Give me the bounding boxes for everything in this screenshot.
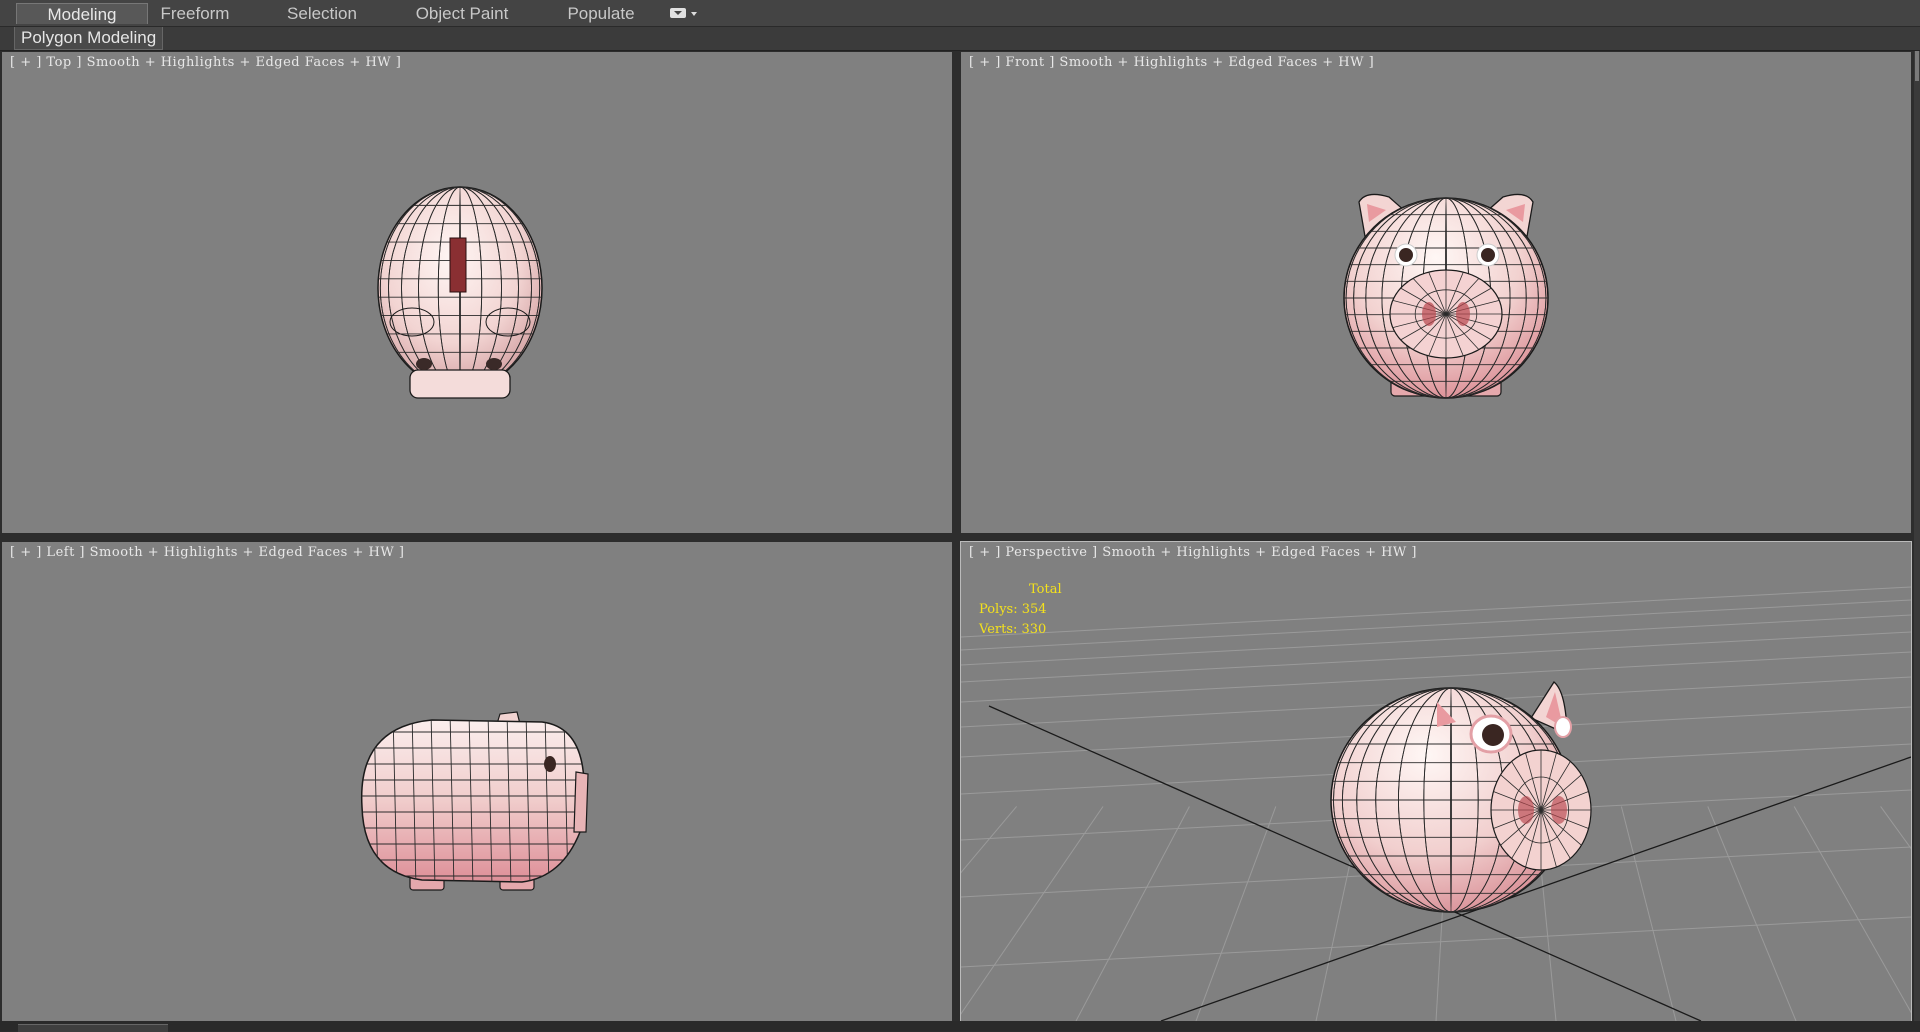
viewport-top[interactable]: [ + ] Top ] Smooth + Highlights + Edged … bbox=[2, 52, 952, 533]
right-scrollbar[interactable] bbox=[1914, 51, 1920, 1031]
viewport-label-perspective[interactable]: [ + ] Perspective ] Smooth + Highlights … bbox=[969, 545, 1417, 560]
tab-object-paint[interactable]: Object Paint bbox=[406, 3, 518, 24]
chevron-down-icon bbox=[691, 12, 697, 16]
stats-total-heading: Total bbox=[1029, 582, 1062, 597]
ribbon-minimize-icon bbox=[670, 8, 686, 18]
tab-freeform[interactable]: Freeform bbox=[150, 3, 240, 24]
front-view-canvas bbox=[1343, 193, 1549, 399]
viewport-label-front[interactable]: [ + ] Front ] Smooth + Highlights + Edge… bbox=[969, 55, 1374, 70]
statistics-overlay: Total Polys: 354 Verts: 330 bbox=[979, 580, 1062, 640]
perspective-view-canvas bbox=[961, 586, 1911, 1021]
pig-model-left[interactable] bbox=[357, 711, 592, 891]
tab-selection[interactable]: Selection bbox=[276, 3, 368, 24]
pig-model-top[interactable] bbox=[377, 186, 543, 399]
viewport-label-left[interactable]: [ + ] Left ] Smooth + Highlights + Edged… bbox=[10, 545, 404, 560]
tab-modeling[interactable]: Modeling bbox=[16, 3, 148, 24]
pig-model-perspective[interactable] bbox=[1330, 681, 1592, 913]
viewport-label-top[interactable]: [ + ] Top ] Smooth + Highlights + Edged … bbox=[10, 55, 401, 70]
stats-verts: Verts: 330 bbox=[979, 622, 1047, 637]
left-view-canvas bbox=[357, 711, 592, 891]
bottom-bar bbox=[0, 1021, 1920, 1032]
ribbon-bar: Modeling Freeform Selection Object Paint… bbox=[0, 0, 1920, 27]
viewport-perspective[interactable]: [ + ] Perspective ] Smooth + Highlights … bbox=[960, 541, 1912, 1022]
tab-polygon-modeling[interactable]: Polygon Modeling bbox=[14, 27, 164, 50]
top-view-canvas bbox=[377, 186, 543, 399]
stats-polys: Polys: 354 bbox=[979, 602, 1047, 617]
tab-populate[interactable]: Populate bbox=[556, 3, 646, 24]
ribbon-panel-bar: Polygon Modeling bbox=[0, 27, 1920, 51]
ribbon-display-dropdown[interactable] bbox=[664, 6, 704, 22]
pig-model-front[interactable] bbox=[1343, 193, 1549, 399]
viewport-front[interactable]: [ + ] Front ] Smooth + Highlights + Edge… bbox=[961, 52, 1911, 533]
scrollbar-thumb[interactable] bbox=[1915, 51, 1919, 81]
viewport-left[interactable]: [ + ] Left ] Smooth + Highlights + Edged… bbox=[2, 542, 952, 1021]
